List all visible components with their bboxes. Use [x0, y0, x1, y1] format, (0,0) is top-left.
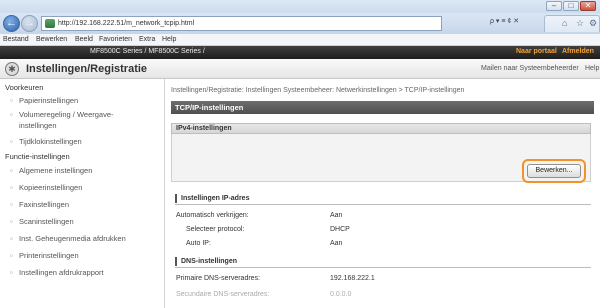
address-bar[interactable]: http://192.168.222.51/m_network_tcpip.ht…	[41, 16, 442, 31]
menu-favorieten[interactable]: Favorieten	[99, 36, 132, 43]
maximize-icon[interactable]: □	[563, 1, 579, 11]
mail-sysadmin-link[interactable]: Mailen naar Systeembeheerder	[481, 65, 579, 72]
sidebar-item-label: Papierinstellingen	[19, 96, 79, 105]
primary-dns-label: Primaire DNS-serveradres:	[176, 275, 261, 282]
close-icon[interactable]: ✕	[580, 1, 596, 11]
help-link[interactable]: Help	[585, 65, 599, 72]
bullet-icon: ▫	[10, 200, 13, 209]
menu-help[interactable]: Help	[162, 36, 176, 43]
sidebar-item-label: Volumeregeling / Weergave-instellingen	[19, 110, 114, 130]
device-header: MF8500C Series / MF8500C Series / Naar p…	[0, 46, 600, 59]
sidebar-item-label: Instellingen afdrukrapport	[19, 268, 104, 277]
sidebar-item-label: Printerinstellingen	[19, 251, 79, 260]
browser-menubar: Bestand Bewerken Beeld Favorieten Extra …	[0, 34, 600, 46]
page-title-bar: ✱ Instellingen/Registratie Mailen naar S…	[0, 59, 600, 79]
highlight-callout	[522, 159, 586, 183]
sidebar-item-general-settings[interactable]: ▫ Algemene instellingen	[10, 165, 160, 176]
address-url: http://192.168.222.51/m_network_tcpip.ht…	[58, 20, 195, 27]
section-title: TCP/IP-instellingen	[171, 101, 594, 114]
device-name: MF8500C Series / MF8500C Series /	[90, 48, 205, 55]
browser-navbar: ← → http://192.168.222.51/m_network_tcpi…	[0, 13, 600, 34]
sidebar-item-label: Tijdklokinstellingen	[19, 137, 82, 146]
bullet-icon: ▫	[10, 234, 13, 243]
page-title: Instellingen/Registratie	[26, 63, 148, 75]
auto-ip-label: Auto IP:	[186, 240, 211, 247]
sidebar: Voorkeuren ▫ Papierinstellingen ▫ Volume…	[0, 79, 165, 308]
main-panel: Instellingen/Registratie: Instellingen S…	[168, 79, 600, 308]
sidebar-item-label: Inst. Geheugenmedia afdrukken	[19, 234, 126, 243]
menu-beeld[interactable]: Beeld	[75, 36, 93, 43]
menu-bestand[interactable]: Bestand	[3, 36, 29, 43]
bullet-icon: ▫	[10, 110, 13, 119]
sidebar-item-report-settings[interactable]: ▫ Instellingen afdrukrapport	[10, 267, 160, 278]
select-protocol-label: Selecteer protocol:	[186, 226, 245, 233]
sidebar-item-paper-settings[interactable]: ▫ Papierinstellingen	[10, 95, 160, 106]
settings-icon: ✱	[5, 62, 19, 76]
auto-obtain-value: Aan	[330, 212, 343, 219]
sidebar-item-label: Faxinstellingen	[19, 200, 70, 209]
back-button[interactable]: ←	[3, 15, 20, 32]
bullet-icon: ▫	[10, 166, 13, 175]
favorites-star-icon[interactable]: ☆	[576, 18, 584, 29]
sidebar-heading-functions: Functie-instellingen	[5, 152, 70, 161]
menu-extra[interactable]: Extra	[139, 36, 155, 43]
sidebar-item-label: Algemene instellingen	[19, 166, 93, 175]
sidebar-item-timer-settings[interactable]: ▫ Tijdklokinstellingen	[10, 136, 160, 147]
sidebar-item-fax-settings[interactable]: ▫ Faxinstellingen	[10, 199, 160, 210]
sidebar-item-label: Kopieerinstellingen	[19, 183, 83, 192]
bullet-icon: ▫	[10, 268, 13, 277]
site-icon	[45, 19, 55, 28]
portal-link[interactable]: Naar portaal	[516, 48, 557, 55]
minimize-icon[interactable]: –	[546, 1, 562, 11]
browser-titlebar: – □ ✕	[0, 0, 600, 13]
bullet-icon: ▫	[10, 183, 13, 192]
auto-ip-value: Aan	[330, 240, 343, 247]
auto-obtain-label: Automatisch verkrijgen:	[176, 212, 249, 219]
bullet-icon: ▫	[10, 96, 13, 105]
secondary-dns-label: Secundaire DNS-serveradres:	[176, 291, 270, 298]
sidebar-item-printer-settings[interactable]: ▫ Printerinstellingen	[10, 250, 160, 261]
breadcrumb: Instellingen/Registratie: Instellingen S…	[171, 87, 465, 94]
settings-gear-icon[interactable]: ⚙	[589, 18, 597, 29]
sidebar-item-memory-media-print[interactable]: ▫ Inst. Geheugenmedia afdrukken	[10, 233, 160, 244]
home-icon[interactable]: ⌂	[562, 18, 567, 28]
ipv4-header: IPv4-instellingen	[171, 123, 591, 134]
dns-settings-heading: DNS-instellingen	[175, 256, 591, 268]
sidebar-heading-preferences: Voorkeuren	[5, 83, 44, 92]
menu-bewerken[interactable]: Bewerken	[36, 36, 67, 43]
sidebar-item-copy-settings[interactable]: ▫ Kopieerinstellingen	[10, 182, 160, 193]
ip-address-settings-heading: Instellingen IP-adres	[175, 193, 591, 205]
forward-button[interactable]: →	[21, 15, 38, 32]
sidebar-item-scan-settings[interactable]: ▫ Scaninstellingen	[10, 216, 160, 227]
select-protocol-value: DHCP	[330, 226, 350, 233]
logout-link[interactable]: Afmelden	[562, 48, 594, 55]
bullet-icon: ▫	[10, 137, 13, 146]
sidebar-item-label: Scaninstellingen	[19, 217, 74, 226]
bullet-icon: ▫	[10, 217, 13, 226]
address-tools-icons[interactable]: ρ ▾ ≡ ¢ ✕	[490, 17, 519, 25]
sidebar-item-volume-display[interactable]: ▫ Volumeregeling / Weergave-instellingen	[10, 109, 135, 131]
primary-dns-value: 192.168.222.1	[330, 275, 375, 282]
secondary-dns-value: 0.0.0.0	[330, 291, 352, 298]
bullet-icon: ▫	[10, 251, 13, 260]
